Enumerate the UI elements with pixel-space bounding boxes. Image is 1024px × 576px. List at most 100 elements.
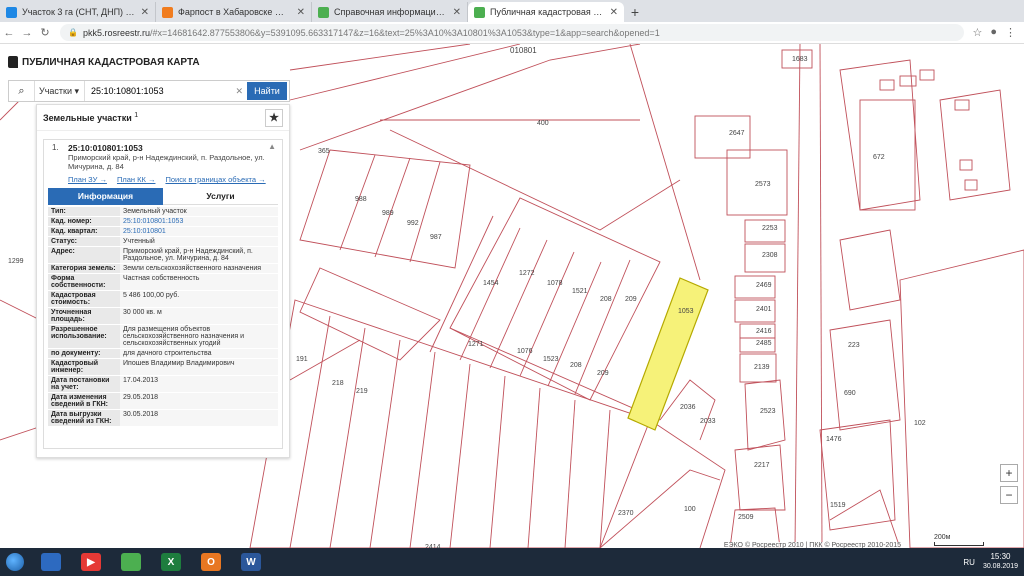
zoom-in-button[interactable]: + xyxy=(1000,464,1018,482)
site-favicon-icon xyxy=(162,6,173,18)
browser-tab-3[interactable]: Справочная информация по об ✕ xyxy=(312,2,468,22)
browser-tab-4-active[interactable]: Публичная кадастровая карта ✕ xyxy=(468,2,624,22)
map-label: 219 xyxy=(356,388,368,395)
attribute-key: Кад. номер: xyxy=(48,217,120,226)
result-address: Приморский край, р-н Надеждинский, п. Ра… xyxy=(68,153,265,171)
search-within-link[interactable]: Поиск в границах объекта → xyxy=(165,175,265,184)
forward-icon[interactable]: → xyxy=(18,27,36,39)
taskbar-app-4[interactable]: X xyxy=(152,549,190,575)
search-input[interactable] xyxy=(85,81,232,101)
zoom-out-button[interactable]: − xyxy=(1000,486,1018,504)
url-domain: pkk5.rosreestr.ru xyxy=(82,27,150,38)
attribute-key: по документу: xyxy=(48,349,120,358)
map-label: 208 xyxy=(600,296,612,303)
app-icon: ▶ xyxy=(81,553,101,571)
windows-logo-icon xyxy=(6,553,24,571)
app-title: ПУБЛИЧНАЯ КАДАСТРОВАЯ КАРТА xyxy=(8,56,200,68)
results-panel: Земельные участки 1 ★ 1. 25:10:010801:10… xyxy=(36,104,290,458)
map-label: 100 xyxy=(684,506,696,513)
result-links: План ЗУ → План КК → Поиск в границах объ… xyxy=(44,171,282,184)
result-index: 1. xyxy=(52,143,59,152)
close-tab-icon[interactable]: ✕ xyxy=(453,7,461,18)
tab-title: Справочная информация по об xyxy=(334,7,449,17)
search-icon[interactable]: ⌕ xyxy=(9,81,35,101)
browser-tab-strip: Участок 3 га (СНТ, ДНП) - купи ✕ Фарпост… xyxy=(0,0,1024,22)
attribute-value: 30 000 кв. м xyxy=(120,308,278,324)
tab-title: Фарпост в Хабаровске — Доск xyxy=(178,7,293,17)
map-label: 989 xyxy=(382,210,394,217)
attribute-key: Дата постановки на учет: xyxy=(48,376,120,392)
map-label: 2485 xyxy=(756,340,772,347)
map-label: 690 xyxy=(844,390,856,397)
map-label: 2370 xyxy=(618,510,634,517)
language-indicator[interactable]: RU xyxy=(963,558,975,567)
bookmark-star-icon[interactable]: ☆ xyxy=(972,26,982,39)
result-cad-number[interactable]: 25:10:010801:1053 xyxy=(50,143,276,153)
attribute-value: Учтенный xyxy=(120,237,278,246)
map-label: 1272 xyxy=(519,270,535,277)
attribute-value: Для размещения объектов сельскохозяйстве… xyxy=(120,325,278,348)
app-icon: X xyxy=(161,553,181,571)
search-type-select[interactable]: Участки ▾ xyxy=(35,81,85,101)
url-field[interactable]: 🔒 pkk5.rosreestr.ru/#x=14681642.87755380… xyxy=(60,24,965,41)
plan-kk-link[interactable]: План КК → xyxy=(117,175,156,184)
attribute-key: Категория земель: xyxy=(48,264,120,273)
tab-information[interactable]: Информация xyxy=(48,188,163,205)
find-button[interactable]: Найти xyxy=(247,82,287,100)
app-icon: O xyxy=(201,553,221,571)
clear-search-icon[interactable]: ✕ xyxy=(231,86,247,97)
attribute-value[interactable]: 25:10:010801 xyxy=(120,227,278,236)
attribute-value: для дачного строительства xyxy=(120,349,278,358)
attribute-row: Статус: Учтенный xyxy=(48,237,278,247)
rosreestr-logo-icon xyxy=(8,56,18,68)
favorite-star-button[interactable]: ★ xyxy=(265,108,283,127)
start-button[interactable] xyxy=(0,548,30,576)
map-label: 1299 xyxy=(8,258,24,265)
browser-tab-2[interactable]: Фарпост в Хабаровске — Доск ✕ xyxy=(156,2,312,22)
taskbar-app-3[interactable] xyxy=(112,549,150,575)
collapse-icon[interactable]: ▲ xyxy=(268,142,276,151)
browser-tab-1[interactable]: Участок 3 га (СНТ, ДНП) - купи ✕ xyxy=(0,2,156,22)
map-label: 2523 xyxy=(760,408,776,415)
taskbar-app-6[interactable]: W xyxy=(232,549,270,575)
new-tab-button[interactable]: + xyxy=(624,2,646,22)
back-icon[interactable]: ← xyxy=(0,27,18,39)
tab-services[interactable]: Услуги xyxy=(163,188,278,205)
attribute-value[interactable]: 25:10:010801:1053 xyxy=(120,217,278,226)
taskbar-app-2[interactable]: ▶ xyxy=(72,549,110,575)
panel-heading-text: Земельные участки xyxy=(43,113,132,123)
close-tab-icon[interactable]: ✕ xyxy=(297,7,305,18)
map-label: 1523 xyxy=(543,356,559,363)
reload-icon[interactable]: ↻ xyxy=(36,26,54,39)
attribute-value: Частная собственность xyxy=(120,274,278,290)
attribute-key: Дата изменения сведений в ГКН: xyxy=(48,393,120,409)
map-label: 400 xyxy=(537,120,549,127)
close-tab-icon[interactable]: ✕ xyxy=(610,7,618,18)
map-label: 2509 xyxy=(738,514,754,521)
zoom-controls: + − xyxy=(1000,464,1018,504)
site-favicon-icon xyxy=(474,6,485,18)
map-label: 365 xyxy=(318,148,330,155)
attribute-value: 5 486 100,00 руб. xyxy=(120,291,278,307)
plan-zu-link[interactable]: План ЗУ → xyxy=(68,175,107,184)
clock[interactable]: 15:30 30.08.2019 xyxy=(983,552,1018,572)
url-path: /#x=14681642.877553806&y=5391095.6633171… xyxy=(150,27,660,38)
attribute-value: 29.05.2018 xyxy=(120,393,278,409)
scale-bar xyxy=(934,542,984,546)
menu-icon[interactable]: ⋮ xyxy=(1005,26,1016,39)
taskbar-app-1[interactable] xyxy=(32,549,70,575)
profile-icon[interactable]: ● xyxy=(990,26,997,39)
map-label: 672 xyxy=(873,154,885,161)
tab-title: Публичная кадастровая карта xyxy=(490,7,606,17)
attribute-row: Форма собственности: Частная собственност… xyxy=(48,274,278,291)
attribute-row: Кадастровая стоимость: 5 486 100,00 руб. xyxy=(48,291,278,308)
lock-icon: 🔒 xyxy=(68,28,78,37)
scale-label: 200м xyxy=(934,534,951,541)
attribute-row: Категория земель: Земли сельскохозяйствен… xyxy=(48,264,278,274)
map-label: 223 xyxy=(848,342,860,349)
close-tab-icon[interactable]: ✕ xyxy=(141,7,149,18)
taskbar-app-5[interactable]: O xyxy=(192,549,230,575)
map-label: 2416 xyxy=(756,328,772,335)
map-label: 209 xyxy=(625,296,637,303)
attribute-row: Кад. квартал: 25:10:010801 xyxy=(48,227,278,237)
